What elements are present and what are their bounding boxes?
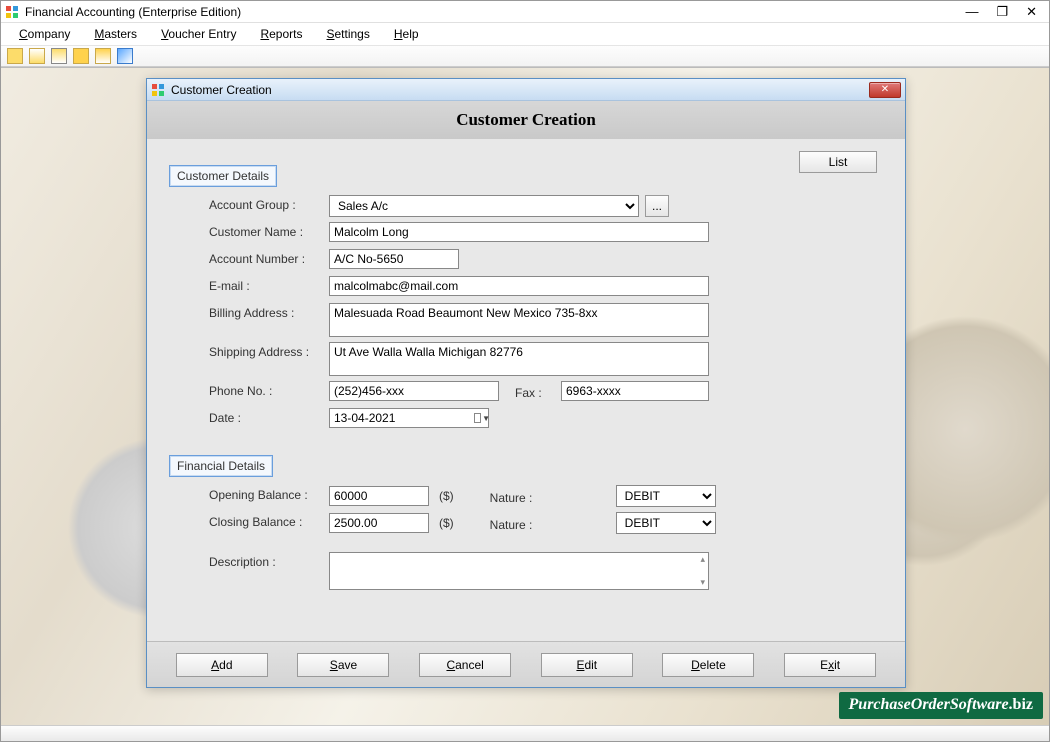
- label-closing-balance: Closing Balance :: [209, 512, 329, 529]
- exit-button[interactable]: Exit: [784, 653, 876, 677]
- menu-voucher-entry[interactable]: Voucher Entry: [151, 25, 246, 43]
- label-billing-address: Billing Address :: [209, 303, 329, 320]
- label-phone: Phone No. :: [209, 381, 329, 398]
- phone-input[interactable]: [329, 381, 499, 401]
- dialog-header: Customer Creation: [147, 101, 905, 139]
- cancel-button[interactable]: Cancel: [419, 653, 511, 677]
- account-group-select[interactable]: Sales A/c: [329, 195, 639, 217]
- description-input[interactable]: [329, 552, 709, 590]
- account-group-lookup-button[interactable]: ...: [645, 195, 669, 217]
- app-icon: [5, 5, 19, 19]
- window-controls: — ❐ ✕: [965, 4, 1045, 20]
- titlebar: Financial Accounting (Enterprise Edition…: [1, 1, 1049, 23]
- account-number-input[interactable]: [329, 249, 459, 269]
- dialog-close-button[interactable]: ✕: [869, 82, 901, 98]
- nature-select-2[interactable]: DEBIT: [616, 512, 716, 534]
- dialog-footer: Add Save Cancel Edit Delete Exit: [147, 641, 905, 687]
- scroll-down-icon[interactable]: ▾: [700, 577, 705, 588]
- email-input[interactable]: [329, 276, 709, 296]
- customer-name-input[interactable]: [329, 222, 709, 242]
- toolbar-icon-3[interactable]: [51, 48, 67, 64]
- label-fax: Fax :: [515, 383, 555, 400]
- calendar-icon[interactable]: ▼: [474, 411, 490, 425]
- menu-help[interactable]: Help: [384, 25, 429, 43]
- label-shipping-address: Shipping Address :: [209, 342, 329, 359]
- label-nature-1: Nature :: [490, 488, 610, 505]
- menubar: Company Masters Voucher Entry Reports Se…: [1, 23, 1049, 45]
- section-financial-details: Financial Details: [169, 455, 273, 477]
- billing-address-input[interactable]: Malesuada Road Beaumont New Mexico 735-8…: [329, 303, 709, 337]
- label-date: Date :: [209, 408, 329, 425]
- toolbar-icon-6[interactable]: [117, 48, 133, 64]
- fax-input[interactable]: [561, 381, 709, 401]
- customer-creation-dialog: Customer Creation ✕ Customer Creation Li…: [146, 78, 906, 688]
- label-customer-name: Customer Name :: [209, 222, 329, 239]
- closing-balance-input[interactable]: [329, 513, 429, 533]
- work-area: Customer Creation ✕ Customer Creation Li…: [1, 67, 1049, 725]
- save-button[interactable]: Save: [297, 653, 389, 677]
- currency-label-1: ($): [439, 489, 454, 503]
- menu-company[interactable]: Company: [9, 25, 80, 43]
- dialog-icon: [151, 83, 165, 97]
- label-nature-2: Nature :: [490, 515, 610, 532]
- add-button[interactable]: Add: [176, 653, 268, 677]
- edit-button[interactable]: Edit: [541, 653, 633, 677]
- label-email: E-mail :: [209, 276, 329, 293]
- financial-details-form: Opening Balance : ($) Nature : DEBIT Clo…: [209, 485, 883, 590]
- opening-balance-input[interactable]: [329, 486, 429, 506]
- minimize-button[interactable]: —: [965, 4, 978, 20]
- dialog-title: Customer Creation: [171, 83, 869, 97]
- list-button[interactable]: List: [799, 151, 877, 173]
- menu-masters[interactable]: Masters: [84, 25, 147, 43]
- label-account-number: Account Number :: [209, 249, 329, 266]
- label-opening-balance: Opening Balance :: [209, 485, 329, 502]
- customer-details-form: Account Group : Sales A/c ... Customer N…: [209, 195, 883, 430]
- toolbar-icon-1[interactable]: [7, 48, 23, 64]
- section-customer-details: Customer Details: [169, 165, 277, 187]
- menu-settings[interactable]: Settings: [316, 25, 379, 43]
- watermark: PurchaseOrderSoftware.biz: [839, 692, 1043, 719]
- nature-select-1[interactable]: DEBIT: [616, 485, 716, 507]
- shipping-address-input[interactable]: Ut Ave Walla Walla Michigan 82776: [329, 342, 709, 376]
- toolbar: [1, 45, 1049, 67]
- toolbar-icon-5[interactable]: [95, 48, 111, 64]
- scroll-up-icon[interactable]: ▴: [700, 554, 705, 565]
- toolbar-icon-2[interactable]: [29, 48, 45, 64]
- currency-label-2: ($): [439, 516, 454, 530]
- dialog-titlebar: Customer Creation ✕: [147, 79, 905, 101]
- toolbar-icon-4[interactable]: [73, 48, 89, 64]
- maximize-button[interactable]: ❐: [996, 4, 1008, 20]
- app-title: Financial Accounting (Enterprise Edition…: [25, 5, 965, 19]
- close-button[interactable]: ✕: [1026, 4, 1037, 20]
- label-account-group: Account Group :: [209, 195, 329, 212]
- date-input[interactable]: [329, 408, 489, 428]
- dialog-body: List Customer Details Account Group : Sa…: [147, 139, 905, 599]
- delete-button[interactable]: Delete: [662, 653, 754, 677]
- label-description: Description :: [209, 552, 329, 569]
- app-window: Financial Accounting (Enterprise Edition…: [0, 0, 1050, 742]
- statusbar: [1, 725, 1049, 741]
- menu-reports[interactable]: Reports: [250, 25, 312, 43]
